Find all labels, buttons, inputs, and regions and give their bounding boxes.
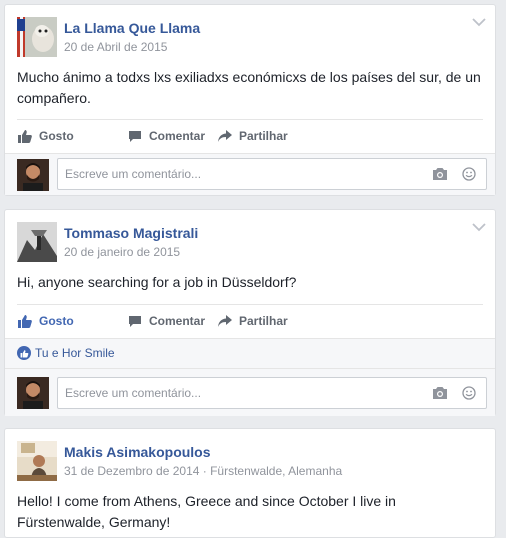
post-card: La Llama Que Llama 20 de Abril de 2015 M… — [4, 4, 496, 196]
like-label: Gosto — [39, 314, 74, 328]
post-text: Hi, anyone searching for a job in Düssel… — [17, 274, 297, 290]
comment-icon — [129, 316, 141, 327]
comment-label: Comentar — [149, 129, 206, 143]
share-button[interactable]: Partilhar — [217, 120, 288, 152]
smiley-icon[interactable] — [462, 167, 476, 181]
chevron-down-icon[interactable] — [472, 222, 486, 232]
like-button[interactable]: Gosto — [17, 305, 74, 337]
comment-button[interactable]: Comentar — [127, 120, 205, 152]
author-avatar[interactable] — [17, 222, 57, 262]
post-date[interactable]: 31 de Dezembro de 2014 · Fürstenwalde, A… — [64, 464, 342, 478]
like-button[interactable]: Gosto — [17, 120, 74, 152]
comment-composer: Escreve um comentário... — [5, 153, 495, 195]
like-label: Gosto — [39, 129, 74, 143]
post-actions: Gosto Comentar Partilhar — [17, 304, 483, 338]
post-author[interactable]: Makis Asimakopoulos — [64, 444, 211, 460]
thumbs-up-icon — [18, 130, 32, 143]
share-label: Partilhar — [239, 314, 288, 328]
post-date[interactable]: 20 de janeiro de 2015 — [64, 245, 180, 259]
author-avatar[interactable] — [17, 441, 57, 481]
likes-text[interactable]: Tu e Hor Smile — [35, 346, 115, 360]
post-text: Mucho ánimo a todxs lxs exiliadxs económ… — [17, 69, 481, 106]
share-arrow-icon — [218, 315, 232, 327]
comment-label: Comentar — [149, 314, 206, 328]
like-badge-icon — [17, 346, 31, 360]
comment-input[interactable]: Escreve um comentário... — [57, 377, 487, 409]
likes-summary: Tu e Hor Smile — [5, 338, 495, 368]
comment-placeholder: Escreve um comentário... — [65, 386, 202, 400]
post-date[interactable]: 20 de Abril de 2015 — [64, 40, 167, 54]
smiley-icon[interactable] — [462, 386, 476, 400]
author-avatar[interactable] — [17, 17, 57, 57]
comment-placeholder: Escreve um comentário... — [65, 167, 202, 181]
camera-icon[interactable] — [432, 167, 448, 181]
post-author[interactable]: Tommaso Magistrali — [64, 225, 198, 241]
camera-icon[interactable] — [432, 386, 448, 400]
post-card: Tommaso Magistrali 20 de janeiro de 2015… — [4, 209, 496, 416]
post-author[interactable]: La Llama Que Llama — [64, 20, 200, 36]
user-avatar[interactable] — [17, 377, 49, 409]
post-card: Makis Asimakopoulos 31 de Dezembro de 20… — [4, 428, 496, 538]
post-actions: Gosto Comentar Partilhar — [17, 119, 483, 153]
thumbs-up-icon — [18, 315, 32, 328]
comment-composer: Escreve um comentário... — [5, 368, 495, 416]
share-label: Partilhar — [239, 129, 288, 143]
comment-input[interactable]: Escreve um comentário... — [57, 158, 487, 190]
post-text: Hello! I come from Athens, Greece and si… — [17, 493, 396, 530]
user-avatar[interactable] — [17, 159, 49, 191]
comment-icon — [129, 131, 141, 142]
comment-button[interactable]: Comentar — [127, 305, 205, 337]
share-button[interactable]: Partilhar — [217, 305, 288, 337]
chevron-down-icon[interactable] — [472, 17, 486, 27]
share-arrow-icon — [218, 130, 232, 142]
